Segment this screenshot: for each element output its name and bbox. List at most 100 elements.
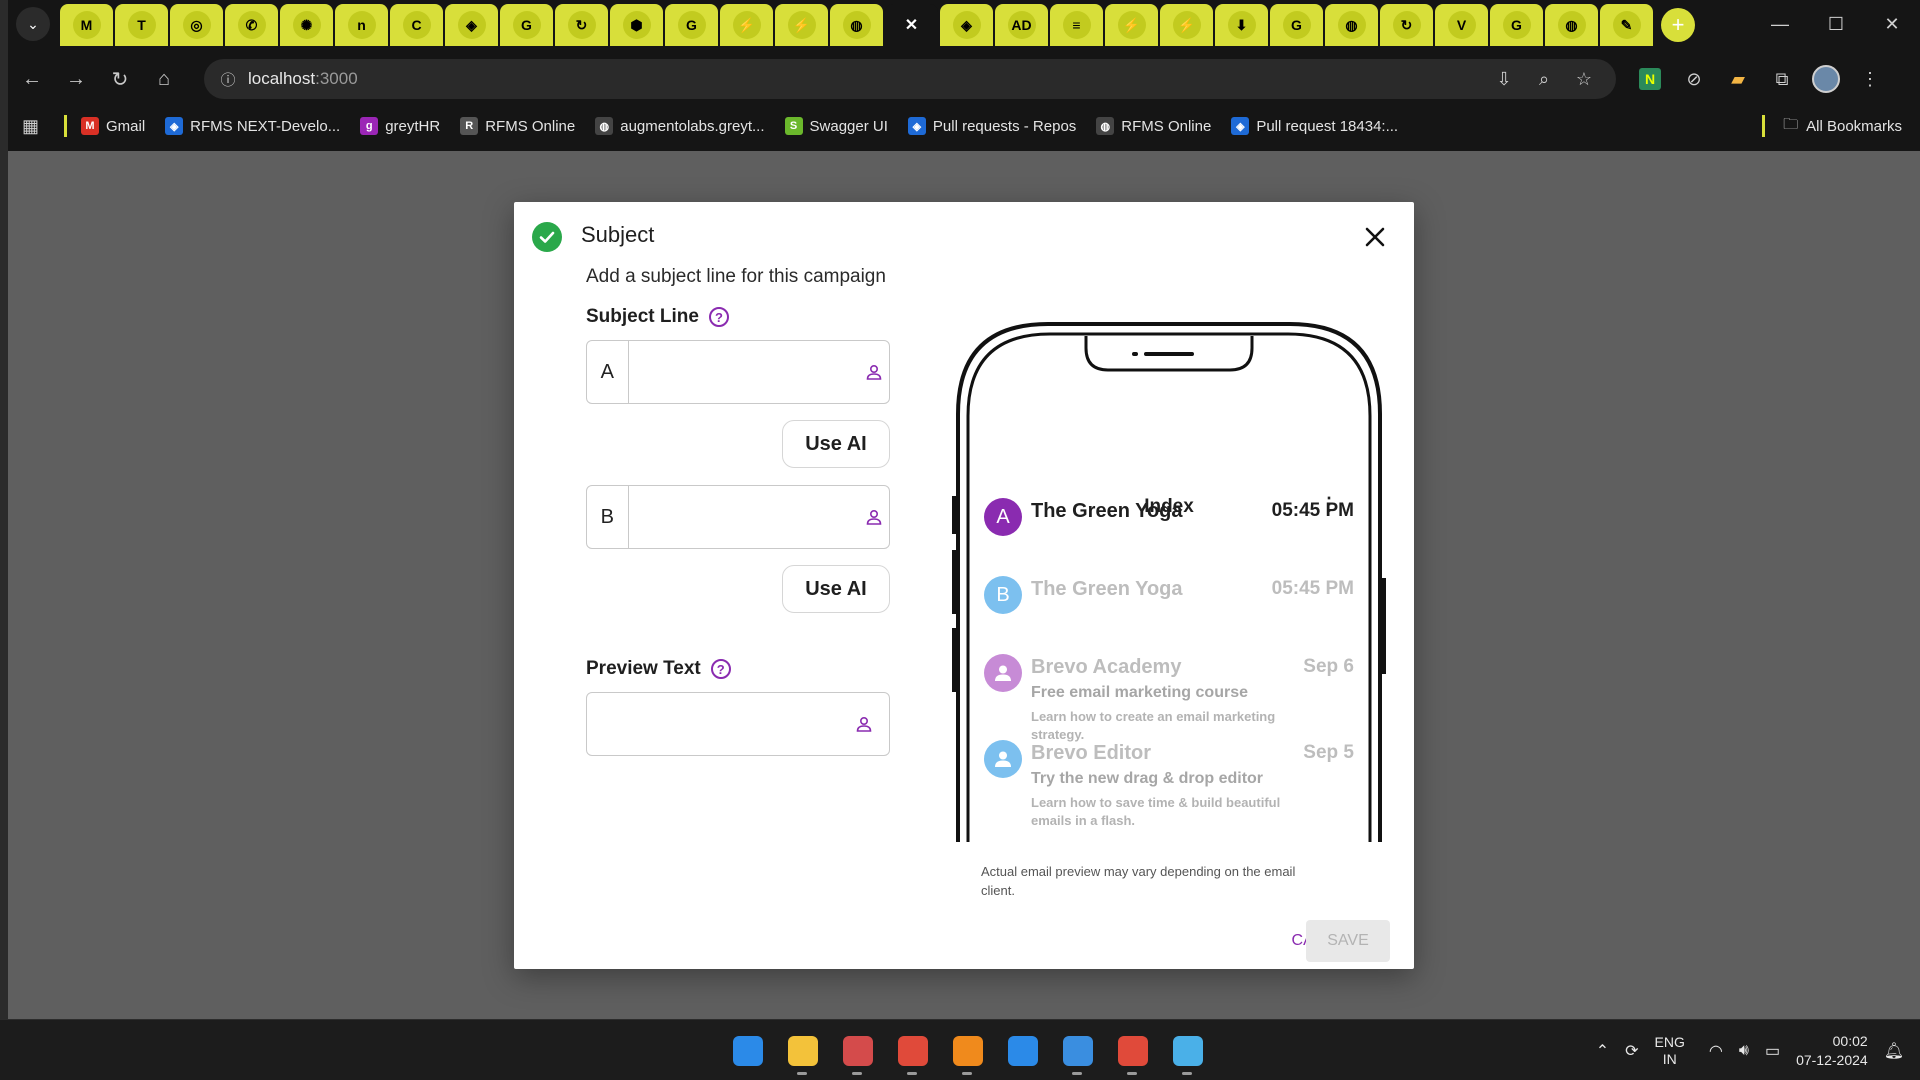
apps-grid-icon[interactable]: ▦: [22, 116, 58, 137]
extension-note-icon[interactable]: ▰: [1716, 57, 1760, 101]
bookmark-item[interactable]: R RFMS Online: [460, 117, 575, 135]
browser-tab[interactable]: ≡: [1050, 4, 1103, 46]
bookmark-item[interactable]: M Gmail: [81, 117, 145, 135]
close-icon[interactable]: ✕: [898, 11, 926, 39]
zoom-icon[interactable]: ⌕: [1524, 69, 1564, 90]
paint-icon-glyph: [1172, 1035, 1203, 1066]
vscode-icon[interactable]: [995, 1020, 1050, 1080]
bookmark-favicon-icon: ◈: [1231, 117, 1250, 135]
subject-a-input[interactable]: [628, 341, 860, 403]
browser-tab[interactable]: G: [1490, 4, 1543, 46]
site-info-icon[interactable]: ⓘ: [208, 59, 248, 99]
browser-tab[interactable]: ◍: [830, 4, 883, 46]
bookmark-item[interactable]: ◈ RFMS NEXT-Develo...: [165, 117, 340, 135]
extensions-puzzle-icon[interactable]: ⧉: [1760, 57, 1804, 101]
tab-active[interactable]: ✕: [885, 4, 938, 46]
personalize-person-icon[interactable]: [860, 341, 889, 403]
wifi-icon[interactable]: ◠: [1709, 1041, 1723, 1061]
all-bookmarks-button[interactable]: 🗀 All Bookmarks: [1762, 114, 1902, 139]
browser-tab[interactable]: C: [390, 4, 443, 46]
extension-n-icon[interactable]: N: [1628, 57, 1672, 101]
reload-button[interactable]: ↻: [100, 59, 140, 99]
maximize-button[interactable]: ☐: [1808, 0, 1864, 49]
browser-tab[interactable]: ⚡: [1105, 4, 1158, 46]
bookmark-star-icon[interactable]: ☆: [1564, 69, 1604, 90]
bookmark-item[interactable]: S Swagger UI: [784, 117, 888, 135]
ext-red-icon: ↻: [1392, 11, 1421, 39]
profile-avatar[interactable]: [1804, 57, 1848, 101]
compass-icon[interactable]: ⊘: [1672, 57, 1716, 101]
browser-tab[interactable]: ✺: [280, 4, 333, 46]
browser-tab[interactable]: ⚡: [775, 4, 828, 46]
use-ai-button-a[interactable]: Use AI: [782, 420, 890, 468]
browser-tab[interactable]: ◈: [445, 4, 498, 46]
browser-tab[interactable]: ⬇: [1215, 4, 1268, 46]
sync-icon[interactable]: ⟳: [1625, 1041, 1638, 1061]
bookmark-item[interactable]: ◈ Pull requests - Repos: [907, 117, 1076, 135]
install-app-icon[interactable]: ⇩: [1484, 69, 1524, 90]
browser-tab[interactable]: ⚡: [1160, 4, 1213, 46]
new-tab-button[interactable]: +: [1661, 8, 1695, 42]
browser-chrome: ⌄ M T ◎ ✆ ✺ n C ◈ G ↻ ⬢ G ⚡ ⚡ ◍ ✕ ◈ AD ≡ ⚡ ⚡ ⬇ G ◍ ↻ V G ◍ ✎ + — ☐ ✕ …: [0, 0, 1920, 151]
email-snippet: Learn how to save time & build beautiful…: [1031, 795, 1281, 828]
chrome-icon[interactable]: [885, 1020, 940, 1080]
volume-icon[interactable]: 🔊︎: [1739, 1042, 1749, 1060]
forward-button[interactable]: →: [56, 59, 96, 99]
url-text: localhost:3000: [248, 69, 358, 88]
running-indicator: [797, 1072, 807, 1075]
bookmark-favicon-icon: ◈: [907, 117, 926, 135]
close-icon[interactable]: [1358, 220, 1392, 254]
browser-tab[interactable]: ◈: [940, 4, 993, 46]
save-button[interactable]: SAVE: [1306, 920, 1390, 962]
help-icon[interactable]: ?: [708, 307, 729, 327]
notification-bell-icon[interactable]: 🔔︎: [1884, 1041, 1904, 1061]
window-close-button[interactable]: ✕: [1864, 0, 1920, 49]
browser-tab[interactable]: ✆: [225, 4, 278, 46]
vlc-icon[interactable]: [940, 1020, 995, 1080]
bookmark-item[interactable]: ◈ Pull request 18434:...: [1231, 117, 1398, 135]
browser-tab[interactable]: T: [115, 4, 168, 46]
browser-tab[interactable]: ⚡: [720, 4, 773, 46]
browser-tab[interactable]: ✎: [1600, 4, 1653, 46]
photos-icon[interactable]: [1050, 1020, 1105, 1080]
bookmark-item[interactable]: g greytHR: [360, 117, 440, 135]
clock[interactable]: 00:02 07-12-2024: [1796, 1032, 1868, 1070]
minimize-button[interactable]: —: [1752, 0, 1808, 49]
address-bar[interactable]: ⓘ localhost:3000 ⇩ ⌕ ☆: [204, 59, 1616, 99]
paint-icon[interactable]: [1160, 1020, 1215, 1080]
back-button[interactable]: ←: [12, 59, 52, 99]
tab-search-button[interactable]: ⌄: [16, 7, 50, 41]
browser-tab[interactable]: G: [665, 4, 718, 46]
menu-kebab-icon[interactable]: ⋮: [1848, 57, 1892, 101]
subject-b-input[interactable]: [628, 486, 860, 548]
language-indicator[interactable]: ENG IN: [1655, 1034, 1685, 1068]
browser-tab[interactable]: M: [60, 4, 113, 46]
windows-start-icon[interactable]: [720, 1020, 775, 1080]
preview-text-input[interactable]: [587, 693, 839, 755]
bookmark-item[interactable]: ◍ RFMS Online: [1096, 117, 1211, 135]
browser-tab[interactable]: ↻: [555, 4, 608, 46]
file-explorer-icon[interactable]: [775, 1020, 830, 1080]
browser-tab[interactable]: ◍: [1545, 4, 1598, 46]
bookmark-item[interactable]: ◍ augmentolabs.greyt...: [595, 117, 765, 135]
browser-tab[interactable]: G: [1270, 4, 1323, 46]
browser-tab[interactable]: G: [500, 4, 553, 46]
chrome-icon[interactable]: [1105, 1020, 1160, 1080]
bookmark-favicon-icon: R: [460, 117, 479, 135]
browser-tab[interactable]: ◍: [1325, 4, 1378, 46]
google-icon: G: [677, 11, 706, 39]
browser-tab[interactable]: ⬢: [610, 4, 663, 46]
browser-tab[interactable]: ↻: [1380, 4, 1433, 46]
snipping-tool-icon[interactable]: [830, 1020, 885, 1080]
home-button[interactable]: ⌂: [144, 59, 184, 99]
browser-tab[interactable]: n: [335, 4, 388, 46]
browser-tab[interactable]: ◎: [170, 4, 223, 46]
use-ai-button-b[interactable]: Use AI: [782, 565, 890, 613]
chevron-up-icon[interactable]: ⌃: [1596, 1041, 1609, 1061]
battery-icon[interactable]: ▭: [1765, 1041, 1780, 1061]
browser-tab[interactable]: AD: [995, 4, 1048, 46]
personalize-person-icon[interactable]: [839, 693, 889, 755]
personalize-person-icon[interactable]: [860, 486, 889, 548]
help-icon[interactable]: ?: [710, 659, 731, 679]
browser-tab[interactable]: V: [1435, 4, 1488, 46]
